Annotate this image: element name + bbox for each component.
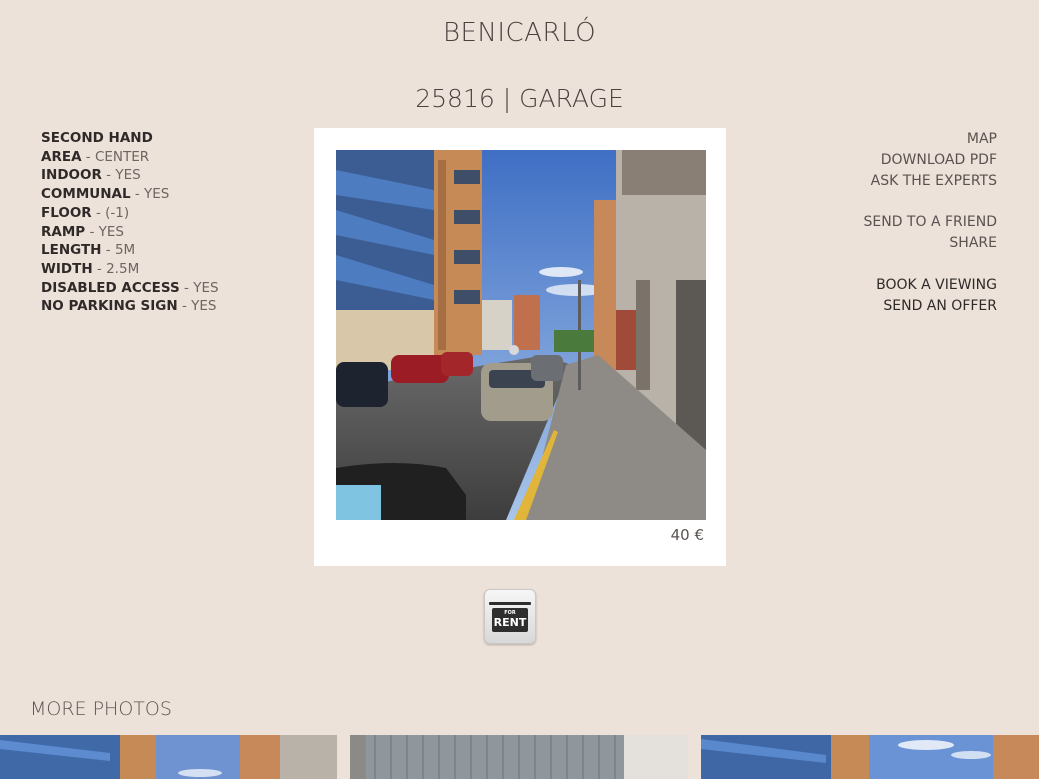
feature-item: DISABLED ACCESS - YES [41, 279, 219, 296]
photo-thumbnail[interactable] [350, 735, 688, 779]
price: 40 € [670, 526, 704, 544]
more-photos-strip [0, 735, 1039, 779]
send-to-friend-link[interactable]: SEND TO A FRIEND [864, 212, 998, 233]
for-rent-icon: FOR RENT [489, 601, 531, 632]
features-list: SECOND HAND AREA - CENTER INDOOR - YES C… [41, 129, 219, 316]
photo-thumbnail[interactable] [0, 735, 337, 779]
listing-reference: 25816 | GARAGE [415, 84, 624, 113]
main-photo[interactable] [336, 150, 706, 520]
feature-item: FLOOR - (-1) [41, 204, 130, 221]
share-link[interactable]: SHARE [864, 233, 997, 254]
for-rent-button[interactable]: FOR RENT [484, 589, 536, 644]
listing-actions: MAP DOWNLOAD PDF ASK THE EXPERTS SEND TO… [864, 129, 998, 317]
ask-experts-link[interactable]: ASK THE EXPERTS [864, 171, 997, 192]
street-photo-illustration [336, 150, 706, 520]
main-photo-card: 40 € [314, 128, 726, 566]
photo-thumbnail[interactable] [701, 735, 1039, 779]
thumbnail-image [350, 735, 688, 779]
map-link[interactable]: MAP [864, 129, 997, 150]
download-pdf-link[interactable]: DOWNLOAD PDF [864, 150, 997, 171]
town-title: BENICARLÓ [442, 18, 597, 48]
feature-item: SECOND HAND [41, 130, 153, 146]
more-photos-title: MORE PHOTOS [30, 698, 172, 720]
feature-item: AREA - CENTER [41, 148, 150, 165]
feature-item: RAMP - YES [41, 223, 124, 240]
send-offer-link[interactable]: SEND AN OFFER [864, 296, 997, 317]
feature-item: INDOOR - YES [41, 167, 141, 184]
book-viewing-link[interactable]: BOOK A VIEWING [864, 275, 997, 296]
feature-item: NO PARKING SIGN - YES [41, 298, 217, 315]
thumbnail-image [701, 735, 1039, 779]
feature-item: LENGTH - 5M [41, 242, 136, 259]
thumbnail-image [0, 735, 337, 779]
feature-item: WIDTH - 2.5M [41, 260, 140, 277]
feature-item: COMMUNAL - YES [41, 186, 170, 203]
